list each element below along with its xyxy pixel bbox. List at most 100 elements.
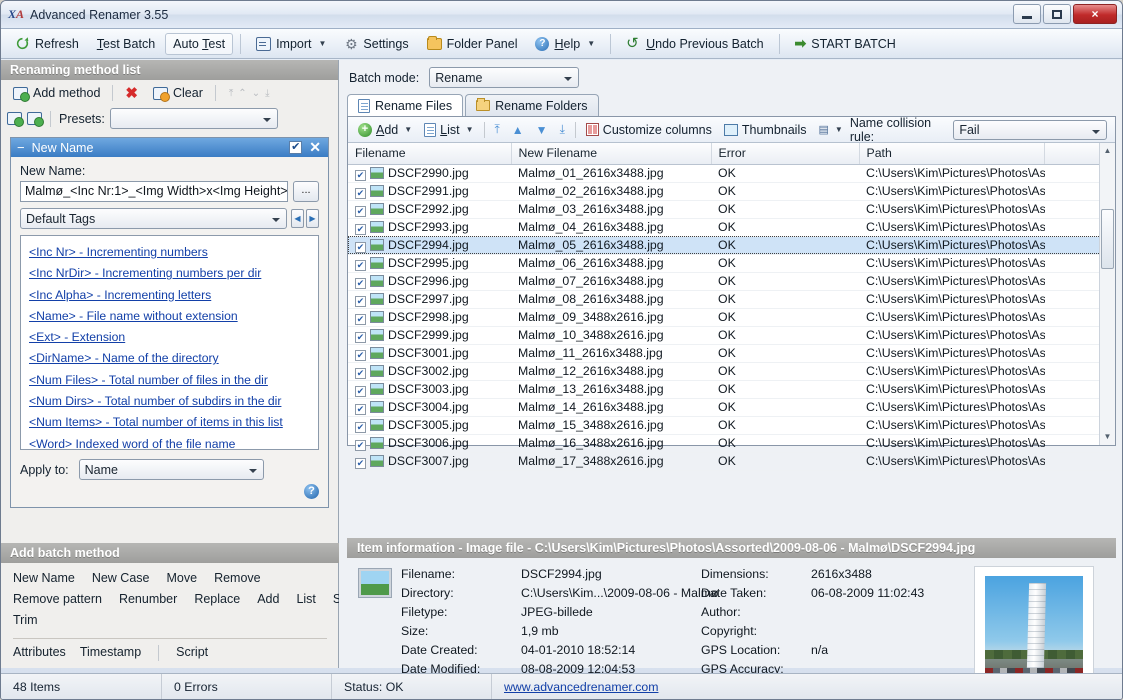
batch-method-add[interactable]: Add	[257, 589, 279, 610]
row-checkbox[interactable]: ✔	[355, 278, 366, 289]
tag-link-num-files[interactable]: <Num Files> - Total number of files in t…	[29, 370, 310, 391]
move-to-top-button[interactable]: ⤒	[489, 120, 504, 139]
scrollbar-thumb[interactable]	[1101, 209, 1114, 269]
table-row[interactable]: ✔DSCF3004.jpgMalmø_14_2616x3488.jpgOKC:\…	[348, 398, 1115, 416]
collapse-icon[interactable]: −	[17, 140, 25, 155]
move-down-icon[interactable]: ⌄	[252, 88, 260, 99]
tag-link-ext[interactable]: <Ext> - Extension	[29, 327, 310, 348]
scroll-down-arrow-icon[interactable]: ▼	[1100, 429, 1116, 445]
tag-link-word[interactable]: <Word> Indexed word of the file name	[29, 434, 310, 450]
import-button[interactable]: Import ▼	[248, 33, 334, 55]
tag-link-name[interactable]: <Name> - File name without extension	[29, 306, 310, 327]
clear-button[interactable]: Clear	[147, 84, 209, 102]
table-row[interactable]: ✔DSCF2992.jpgMalmø_03_2616x3488.jpgOKC:\…	[348, 200, 1115, 218]
move-up-button[interactable]: ▲	[507, 121, 529, 139]
table-row[interactable]: ✔DSCF2990.jpgMalmø_01_2616x3488.jpgOKC:\…	[348, 164, 1115, 182]
new-name-method-header[interactable]: − New Name ✔ ✕	[11, 138, 328, 157]
table-row[interactable]: ✔DSCF2991.jpgMalmø_02_2616x3488.jpgOKC:\…	[348, 182, 1115, 200]
row-checkbox[interactable]: ✔	[355, 386, 366, 397]
settings-button[interactable]: ⚙ Settings	[336, 33, 416, 55]
tagset-combo[interactable]: Default Tags	[20, 208, 287, 229]
table-row[interactable]: ✔DSCF3006.jpgMalmø_16_3488x2616.jpgOKC:\…	[348, 434, 1115, 452]
column-header-filename[interactable]: Filename	[348, 143, 511, 164]
maximize-button[interactable]	[1043, 4, 1071, 24]
batch-method-remove-pattern[interactable]: Remove pattern	[13, 589, 102, 610]
add-method-button[interactable]: Add method	[7, 84, 106, 102]
move-top-icon[interactable]: ⤒	[229, 88, 233, 99]
move-bottom-icon[interactable]: ⤓	[265, 88, 269, 99]
image-preview[interactable]	[985, 576, 1083, 688]
row-checkbox[interactable]: ✔	[355, 314, 366, 325]
tag-link-inc-nrdir[interactable]: <Inc NrDir> - Incrementing numbers per d…	[29, 263, 310, 284]
minimize-button[interactable]	[1013, 4, 1041, 24]
website-link[interactable]: www.advancedrenamer.com	[504, 680, 658, 694]
batch-method-script[interactable]: Script	[176, 642, 208, 663]
tab-rename-files[interactable]: Rename Files	[347, 94, 463, 116]
refresh-button[interactable]: Refresh	[7, 32, 87, 55]
name-collision-combo[interactable]: Fail	[953, 120, 1107, 140]
table-row[interactable]: ✔DSCF3001.jpgMalmø_11_2616x3488.jpgOKC:\…	[348, 344, 1115, 362]
table-row[interactable]: ✔DSCF3003.jpgMalmø_13_2616x3488.jpgOKC:\…	[348, 380, 1115, 398]
table-row[interactable]: ✔DSCF2997.jpgMalmø_08_2616x3488.jpgOKC:\…	[348, 290, 1115, 308]
row-checkbox[interactable]: ✔	[355, 206, 366, 217]
move-down-button[interactable]: ▼	[531, 121, 553, 139]
add-files-button[interactable]: + Add ▼	[353, 121, 417, 139]
move-to-bottom-button[interactable]: ⤓	[555, 120, 570, 139]
row-checkbox[interactable]: ✔	[355, 170, 366, 181]
tagset-next-button[interactable]: ▶	[306, 209, 319, 228]
new-name-input[interactable]: Malmø_<Inc Nr:1>_<Img Width>x<Img Height…	[20, 181, 288, 202]
move-up-icon[interactable]: ⌃	[238, 88, 246, 99]
tab-rename-folders[interactable]: Rename Folders	[465, 94, 598, 116]
batch-mode-combo[interactable]: Rename	[429, 67, 579, 88]
list-button[interactable]: List ▼	[419, 121, 478, 139]
presets-combo[interactable]	[110, 108, 278, 129]
new-name-browse-button[interactable]: ...	[293, 181, 319, 202]
tag-link-inc-nr[interactable]: <Inc Nr> - Incrementing numbers	[29, 242, 310, 263]
tag-link-num-dirs[interactable]: <Num Dirs> - Total number of subdirs in …	[29, 391, 310, 412]
column-header-error[interactable]: Error	[711, 143, 859, 164]
table-row[interactable]: ✔DSCF2998.jpgMalmø_09_3488x2616.jpgOKC:\…	[348, 308, 1115, 326]
method-enabled-checkbox[interactable]: ✔	[289, 141, 302, 154]
batch-method-trim[interactable]: Trim	[13, 610, 38, 631]
table-row[interactable]: ✔DSCF3002.jpgMalmø_12_2616x3488.jpgOKC:\…	[348, 362, 1115, 380]
load-preset-icon[interactable]	[7, 112, 22, 125]
batch-method-new-name[interactable]: New Name	[13, 568, 75, 589]
tagset-prev-button[interactable]: ◀	[291, 209, 304, 228]
row-checkbox[interactable]: ✔	[355, 350, 366, 361]
file-list-scrollbar[interactable]: ▲ ▼	[1099, 143, 1115, 445]
tag-link-dirname[interactable]: <DirName> - Name of the directory	[29, 348, 310, 369]
method-help-icon[interactable]: ?	[304, 484, 319, 499]
row-checkbox[interactable]: ✔	[355, 332, 366, 343]
tag-link-num-items[interactable]: <Num Items> - Total number of items in t…	[29, 412, 310, 433]
batch-method-replace[interactable]: Replace	[194, 589, 240, 610]
auto-test-button[interactable]: Auto Test	[165, 33, 233, 55]
table-row[interactable]: ✔DSCF2995.jpgMalmø_06_2616x3488.jpgOKC:\…	[348, 254, 1115, 272]
batch-method-move[interactable]: Move	[167, 568, 198, 589]
row-checkbox[interactable]: ✔	[355, 368, 366, 379]
thumbnails-button[interactable]: Thumbnails	[719, 121, 812, 139]
scroll-up-arrow-icon[interactable]: ▲	[1100, 143, 1116, 159]
save-preset-icon[interactable]	[27, 112, 42, 125]
table-row[interactable]: ✔DSCF3007.jpgMalmø_17_3488x2616.jpgOKC:\…	[348, 452, 1115, 470]
start-batch-button[interactable]: ➡ START BATCH	[787, 31, 904, 56]
test-batch-button[interactable]: Test Batch	[89, 33, 163, 55]
undo-previous-batch-button[interactable]: ↺ Undo Previous Batch	[618, 33, 771, 55]
row-checkbox[interactable]: ✔	[355, 188, 366, 199]
folder-panel-button[interactable]: Folder Panel	[419, 33, 526, 55]
batch-method-attributes[interactable]: Attributes	[13, 642, 66, 663]
table-row[interactable]: ✔DSCF2999.jpgMalmø_10_3488x2616.jpgOKC:\…	[348, 326, 1115, 344]
table-row[interactable]: ✔DSCF2993.jpgMalmø_04_2616x3488.jpgOKC:\…	[348, 218, 1115, 236]
batch-method-renumber[interactable]: Renumber	[119, 589, 177, 610]
column-header-path[interactable]: Path	[859, 143, 1045, 164]
batch-method-timestamp[interactable]: Timestamp	[80, 642, 141, 663]
row-checkbox[interactable]: ✔	[355, 296, 366, 307]
row-checkbox[interactable]: ✔	[355, 422, 366, 433]
tag-link-inc-alpha[interactable]: <Inc Alpha> - Incrementing letters	[29, 285, 310, 306]
row-checkbox[interactable]: ✔	[355, 224, 366, 235]
table-row[interactable]: ✔DSCF2996.jpgMalmø_07_2616x3488.jpgOKC:\…	[348, 272, 1115, 290]
row-checkbox[interactable]: ✔	[355, 404, 366, 415]
column-header-new-filename[interactable]: New Filename	[511, 143, 711, 164]
remove-method-button[interactable]: ✖	[119, 85, 144, 102]
batch-method-new-case[interactable]: New Case	[92, 568, 150, 589]
table-row[interactable]: ✔DSCF3005.jpgMalmø_15_3488x2616.jpgOKC:\…	[348, 416, 1115, 434]
